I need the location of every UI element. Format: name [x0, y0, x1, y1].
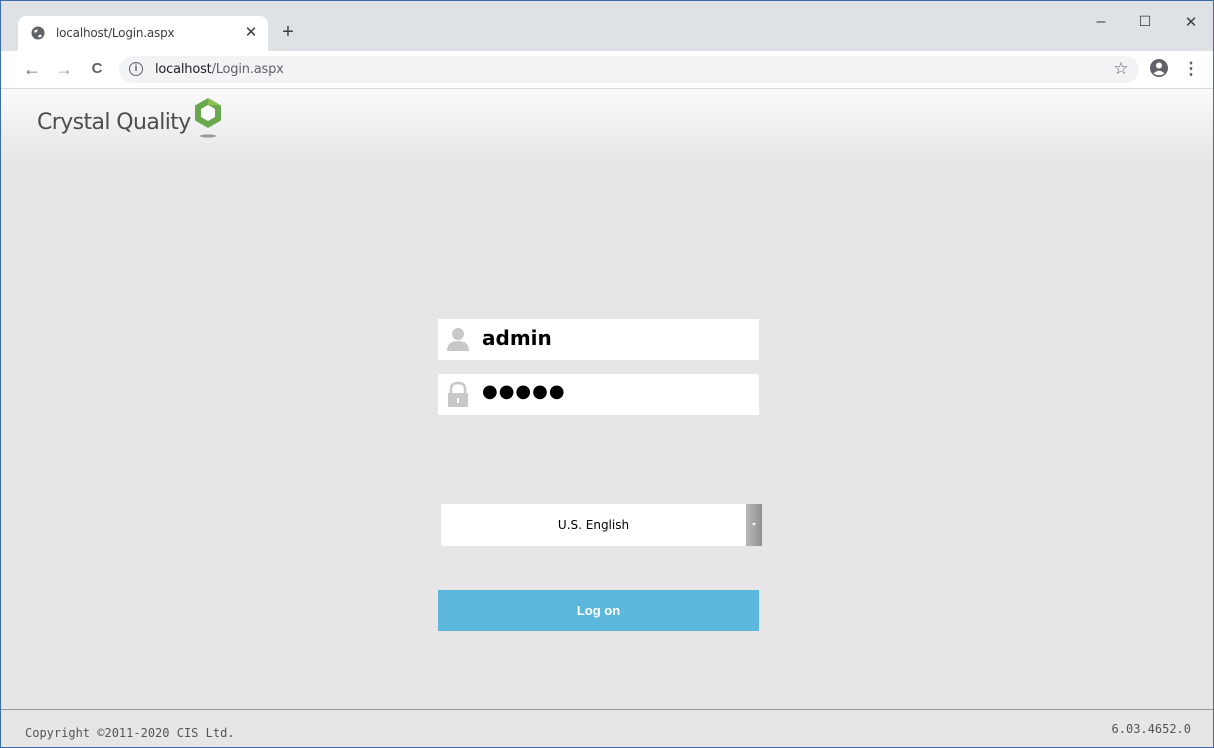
copyright-text: Copyright ©2011-2020 CIS Ltd. [25, 726, 235, 740]
brand-name: Crystal Quality [37, 110, 191, 135]
window-close-button[interactable]: ✕ [1171, 13, 1211, 33]
login-page: Crystal Quality admin ●●●●● U.S. English… [1, 89, 1213, 747]
maximize-button[interactable]: ☐ [1125, 13, 1165, 33]
username-input[interactable]: admin [482, 326, 752, 352]
back-button[interactable]: ← [21, 58, 43, 80]
url-host: localhost [155, 62, 212, 77]
tab-title: localhost/Login.aspx [56, 26, 175, 40]
login-form-area: admin ●●●●● U.S. English Log on [1, 161, 1213, 709]
lock-icon [448, 381, 468, 407]
reload-button[interactable]: C [86, 58, 108, 80]
globe-icon [31, 26, 45, 40]
new-tab-button[interactable]: + [277, 21, 299, 43]
language-select[interactable]: U.S. English [441, 504, 762, 546]
crystal-quality-logo-icon [195, 98, 221, 138]
browser-toolbar: ← → C i localhost/Login.aspx ☆ ⋮ [1, 51, 1213, 89]
tab-strip: localhost/Login.aspx ✕ + – ☐ ✕ [1, 1, 1213, 51]
minimize-button[interactable]: – [1081, 13, 1121, 33]
version-text: 6.03.4652.0 [1111, 722, 1191, 736]
logon-button[interactable]: Log on [438, 590, 759, 631]
address-url[interactable]: localhost/Login.aspx [155, 62, 284, 77]
forward-button[interactable]: → [53, 58, 75, 80]
info-icon[interactable]: i [129, 62, 143, 76]
username-field[interactable]: admin [438, 319, 759, 360]
tab-close-icon[interactable]: ✕ [242, 24, 260, 42]
password-field[interactable]: ●●●●● [438, 374, 759, 415]
account-circle-icon[interactable] [1149, 58, 1169, 78]
language-select-value: U.S. English [557, 518, 630, 532]
browser-tab[interactable]: localhost/Login.aspx ✕ [18, 16, 268, 51]
page-footer: Copyright ©2011-2020 CIS Ltd. 6.03.4652.… [1, 709, 1213, 747]
browser-menu-icon[interactable]: ⋮ [1181, 59, 1201, 79]
url-path: /Login.aspx [211, 62, 284, 77]
password-input[interactable]: ●●●●● [482, 381, 752, 407]
bookmark-star-icon[interactable]: ☆ [1111, 59, 1131, 79]
page-header: Crystal Quality [1, 89, 1213, 161]
user-icon [447, 328, 469, 351]
dropdown-arrow-icon[interactable] [746, 504, 762, 546]
browser-window: localhost/Login.aspx ✕ + – ☐ ✕ ← → C i l… [1, 1, 1213, 747]
address-bar[interactable]: i localhost/Login.aspx [119, 56, 1139, 83]
